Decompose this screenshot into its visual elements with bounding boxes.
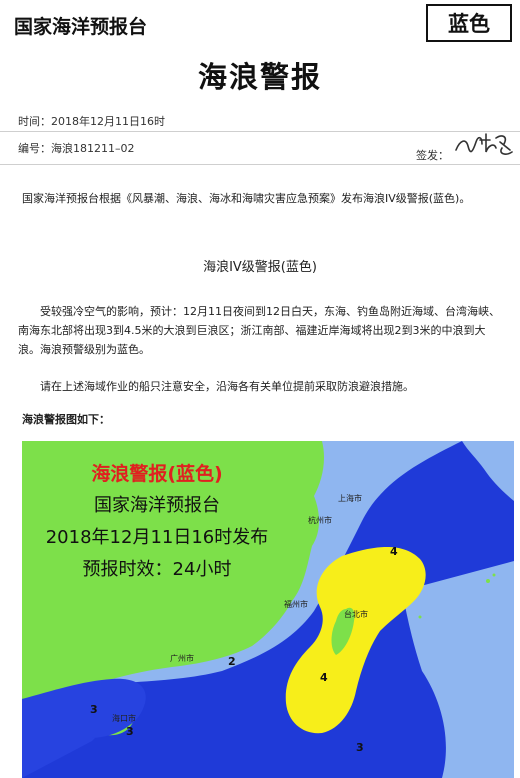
wave-warning-map: 海浪警报(蓝色) 国家海洋预报台 2018年12月11日16时发布 预报时效：2…	[22, 441, 514, 778]
signer-label: 签发：	[416, 149, 449, 162]
contour-label: 3	[126, 725, 134, 738]
contour-label: 3	[356, 741, 364, 754]
city-label-hangzhou: 杭州市	[308, 516, 332, 525]
contour-label: 4	[390, 545, 398, 558]
map-title: 海浪警报(蓝色)	[91, 463, 223, 485]
forecast-paragraph: 受较强冷空气的影响，预计：12月11日夜间到12日白天，东海、钓鱼岛附近海域、台…	[18, 305, 500, 356]
island	[418, 615, 422, 619]
city-label-shanghai: 上海市	[338, 494, 362, 503]
map-validity: 预报时效：24小时	[82, 559, 232, 580]
section-title: 海浪IV级警报(蓝色)	[203, 260, 317, 275]
divider	[0, 164, 520, 165]
issue-time: 时间：2018年12月11日16时	[18, 115, 165, 128]
island	[486, 579, 490, 583]
advice-paragraph: 请在上述海域作业的船只注意安全，沿海各有关单位提前采取防浪避浪措施。	[40, 380, 414, 393]
city-label-taibei: 台北市	[344, 610, 368, 619]
island	[492, 573, 496, 577]
contour-label: 4	[320, 671, 328, 684]
divider	[0, 131, 520, 132]
map-agency: 国家海洋预报台	[94, 495, 220, 516]
bulletin-number: 编号：海浪181211–02	[18, 142, 135, 155]
warning-level-badge: 蓝色	[426, 4, 512, 42]
page-title: 海浪警报	[197, 60, 322, 94]
contour-label: 2	[228, 655, 236, 668]
contour-label: 3	[90, 703, 98, 716]
intro-text: 国家海洋预报台根据《风暴潮、海浪、海冰和海啸灾害应急预案》发布海浪IV级警报(蓝…	[22, 192, 471, 205]
map-issue-time: 2018年12月11日16时发布	[45, 527, 269, 548]
signature-image	[455, 133, 513, 155]
map-heading: 海浪警报图如下：	[22, 413, 110, 426]
agency-name: 国家海洋预报台	[14, 16, 148, 38]
city-label-fuzhou: 福州市	[284, 600, 308, 609]
city-label-guangzhou: 广州市	[170, 654, 194, 663]
city-label-haikou: 海口市	[112, 714, 136, 723]
